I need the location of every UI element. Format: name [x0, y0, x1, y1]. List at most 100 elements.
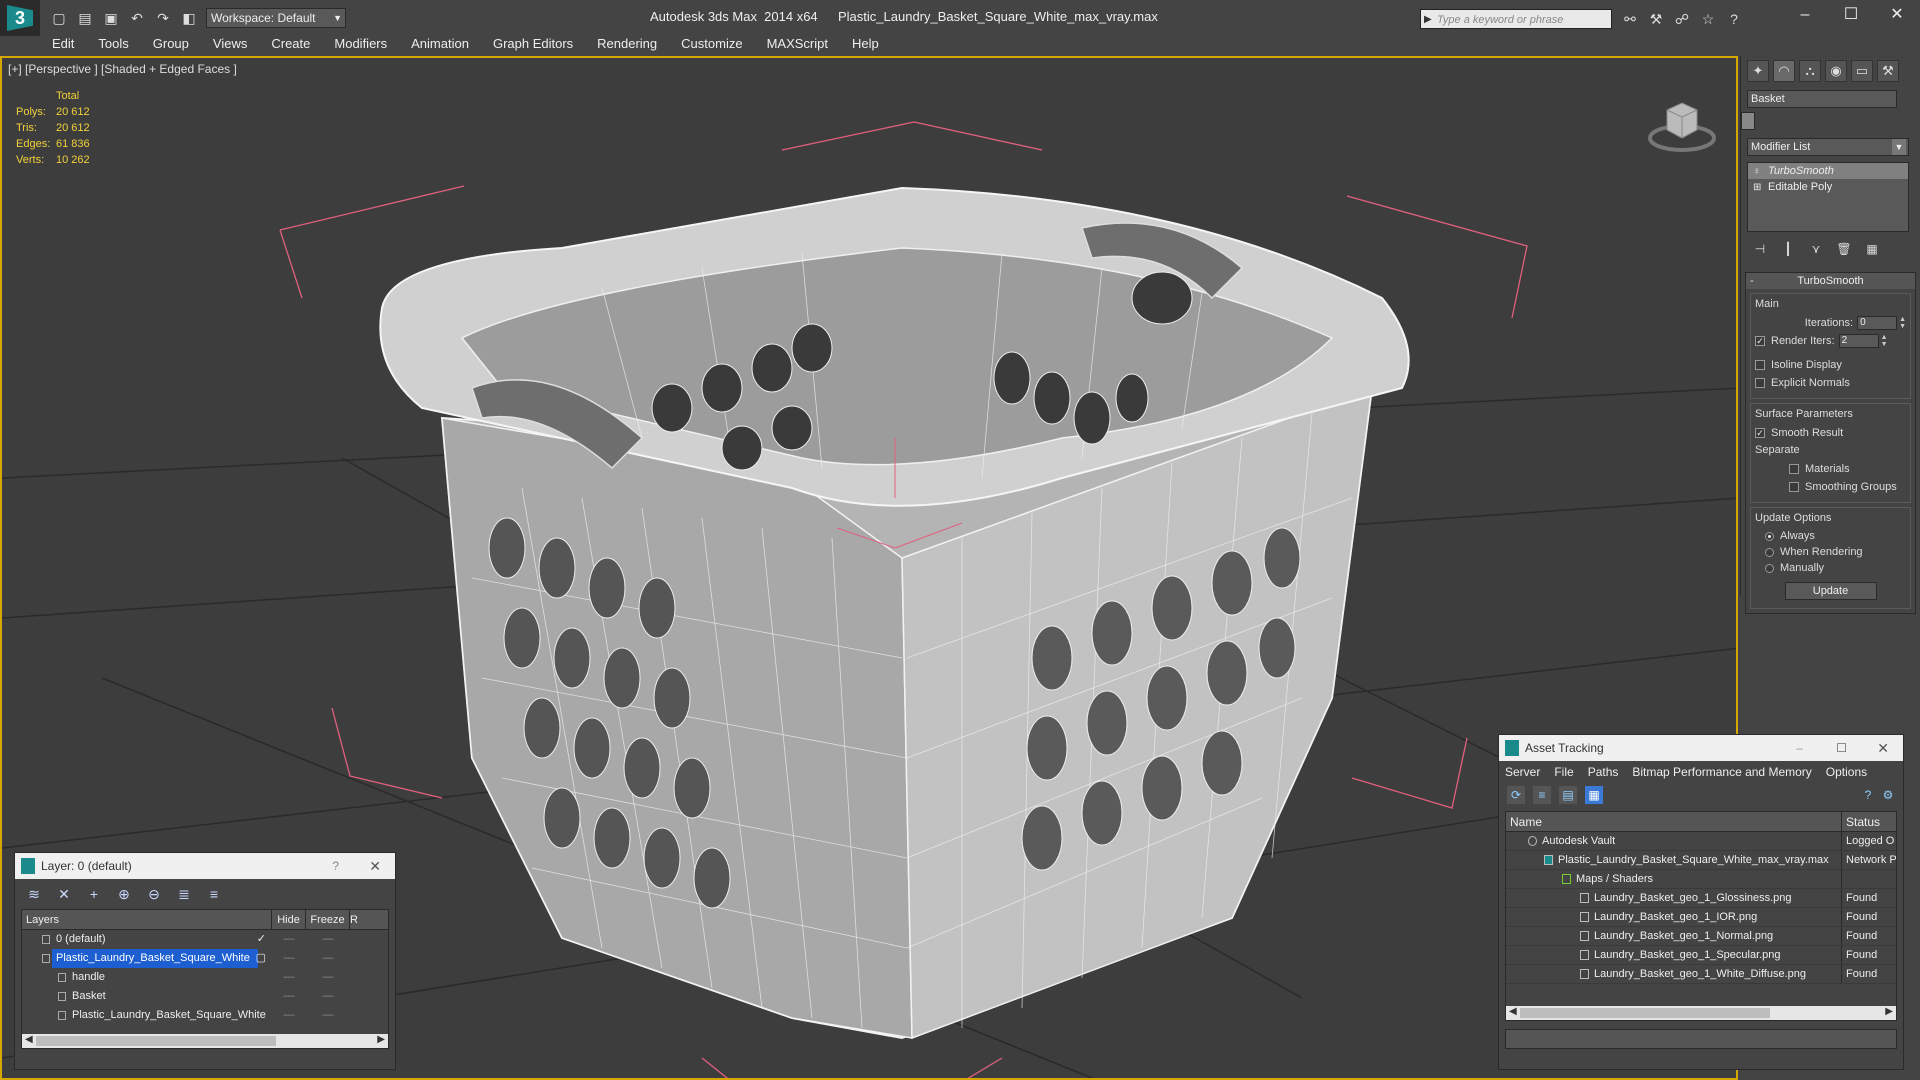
menu-modifiers[interactable]: Modifiers: [322, 34, 399, 54]
close-icon[interactable]: ✕: [1877, 735, 1889, 761]
freeze-toggle[interactable]: —: [306, 968, 350, 987]
menu-animation[interactable]: Animation: [399, 34, 481, 54]
iterations-spinner[interactable]: 0: [1857, 316, 1898, 330]
lightbulb-icon[interactable]: ♀: [1753, 164, 1761, 180]
current-layer-icon[interactable]: ▢: [256, 949, 266, 968]
close-icon[interactable]: ✕: [369, 853, 381, 879]
isoline-checkbox[interactable]: [1755, 360, 1765, 370]
materials-checkbox[interactable]: [1789, 464, 1799, 474]
menu-edit[interactable]: Edit: [40, 34, 86, 54]
minimize-icon[interactable]: –: [1782, 0, 1828, 30]
scroll-right-icon[interactable]: ▶: [1885, 1006, 1893, 1017]
workspace-dropdown[interactable]: Workspace: Default ▼: [206, 8, 346, 28]
thumbnail-view-icon[interactable]: ▤: [1559, 786, 1577, 804]
asset-row[interactable]: Plastic_Laundry_Basket_Square_White_max_…: [1506, 851, 1896, 870]
object-color-swatch[interactable]: [1741, 112, 1755, 130]
asset-path-field[interactable]: [1505, 1029, 1897, 1049]
table-view-icon[interactable]: ▦: [1585, 786, 1603, 804]
asset-row[interactable]: Autodesk Vault Logged O: [1506, 832, 1896, 851]
hierarchy-tab-icon[interactable]: ⛬: [1799, 60, 1821, 82]
favorites-star-icon[interactable]: ☆: [1698, 9, 1718, 29]
dialog-title-bar[interactable]: Layer: 0 (default) ? ✕: [15, 853, 395, 879]
help-icon[interactable]: ?: [1859, 786, 1877, 804]
subscription-icon[interactable]: ⚒: [1646, 9, 1666, 29]
laundry-basket-model[interactable]: [379, 186, 1410, 1040]
manually-radio[interactable]: [1765, 563, 1774, 573]
scroll-thumb[interactable]: [36, 1036, 276, 1046]
freeze-toggle[interactable]: —: [306, 987, 350, 1006]
highlight-layer-icon[interactable]: ≣: [175, 885, 193, 903]
modifier-list-dropdown[interactable]: Modifier List ▼: [1747, 138, 1909, 156]
menu-help[interactable]: Help: [840, 34, 891, 54]
undo-icon[interactable]: ↶: [126, 7, 148, 29]
stack-item-editable-poly[interactable]: ⊞ Editable Poly: [1748, 179, 1908, 195]
pin-stack-icon[interactable]: ⊣: [1751, 240, 1769, 258]
viewcube-icon[interactable]: [1642, 88, 1722, 158]
motion-tab-icon[interactable]: ◉: [1825, 60, 1847, 82]
freeze-toggle[interactable]: —: [306, 930, 350, 949]
smoothing-groups-checkbox[interactable]: [1789, 482, 1799, 492]
list-view-icon[interactable]: ≡: [1533, 786, 1551, 804]
scroll-thumb[interactable]: [1520, 1008, 1770, 1018]
spinner-arrows-icon[interactable]: ▲ ▼: [1881, 334, 1888, 348]
select-objects-icon[interactable]: ⊖: [145, 885, 163, 903]
communication-icon[interactable]: ☍: [1672, 9, 1692, 29]
menu-bitmap-performance[interactable]: Bitmap Performance and Memory: [1632, 761, 1811, 783]
col-name[interactable]: Name: [1506, 812, 1842, 831]
maximize-icon[interactable]: ☐: [1836, 735, 1847, 761]
dialog-title-bar[interactable]: Asset Tracking – ☐ ✕: [1499, 735, 1903, 761]
save-file-icon[interactable]: ▣: [100, 7, 122, 29]
display-tab-icon[interactable]: ▭: [1851, 60, 1873, 82]
scroll-left-icon[interactable]: ◀: [1509, 1006, 1517, 1017]
create-tab-icon[interactable]: ✦: [1747, 60, 1769, 82]
stack-item-turbosmooth[interactable]: ♀ TurboSmooth: [1748, 163, 1908, 179]
col-r[interactable]: R: [350, 910, 360, 929]
menu-paths[interactable]: Paths: [1588, 761, 1619, 783]
hide-toggle[interactable]: —: [272, 968, 306, 987]
render-iters-spinner[interactable]: 2: [1838, 334, 1879, 348]
asset-row[interactable]: Maps / Shaders: [1506, 870, 1896, 889]
menu-maxscript[interactable]: MAXScript: [755, 34, 840, 54]
menu-server[interactable]: Server: [1505, 761, 1540, 783]
update-button[interactable]: Update: [1784, 582, 1877, 600]
close-icon[interactable]: ✕: [1874, 0, 1920, 30]
horizontal-scrollbar[interactable]: ◀ ▶: [1506, 1006, 1896, 1020]
utilities-tab-icon[interactable]: ⚒: [1877, 60, 1899, 82]
viewport-label[interactable]: [+] [Perspective ] [Shaded + Edged Faces…: [8, 62, 237, 76]
refresh-icon[interactable]: ⟳: [1507, 786, 1525, 804]
menu-graph-editors[interactable]: Graph Editors: [481, 34, 585, 54]
spinner-arrows-icon[interactable]: ▲ ▼: [1899, 316, 1906, 330]
asset-row[interactable]: Laundry_Basket_geo_1_Glossiness.png Foun…: [1506, 889, 1896, 908]
when-rendering-radio[interactable]: [1765, 547, 1774, 557]
asset-row[interactable]: Laundry_Basket_geo_1_Normal.png Found: [1506, 927, 1896, 946]
hide-toggle[interactable]: —: [272, 987, 306, 1006]
configure-sets-icon[interactable]: ▦: [1863, 240, 1881, 258]
horizontal-scrollbar[interactable]: ◀ ▶: [22, 1034, 388, 1048]
menu-customize[interactable]: Customize: [669, 34, 754, 54]
add-to-layer-icon[interactable]: ⊕: [115, 885, 133, 903]
expand-plus-icon[interactable]: ⊞: [1753, 180, 1761, 196]
remove-modifier-icon[interactable]: 🗑: [1835, 240, 1853, 258]
help-icon[interactable]: ?: [1724, 9, 1744, 29]
modify-tab-icon[interactable]: ◠: [1773, 60, 1795, 82]
search-input[interactable]: ▶ Type a keyword or phrase: [1420, 9, 1612, 29]
project-folder-icon[interactable]: ◧: [178, 7, 200, 29]
maximize-icon[interactable]: ☐: [1828, 0, 1874, 30]
asset-row[interactable]: Laundry_Basket_geo_1_Specular.png Found: [1506, 946, 1896, 965]
new-layer-icon[interactable]: +: [85, 885, 103, 903]
freeze-toggle[interactable]: —: [306, 1006, 350, 1025]
hide-toggle[interactable]: —: [272, 949, 306, 968]
menu-group[interactable]: Group: [141, 34, 201, 54]
help-icon[interactable]: ?: [332, 853, 339, 879]
app-menu-button[interactable]: 3: [0, 0, 40, 36]
delete-layer-icon[interactable]: ✕: [55, 885, 73, 903]
minimize-icon[interactable]: –: [1796, 735, 1803, 761]
col-freeze[interactable]: Freeze: [306, 910, 350, 929]
layer-row[interactable]: Plastic_Laundry_Basket_Square_White ▢ — —: [22, 949, 388, 968]
rollout-header[interactable]: - TurboSmooth: [1746, 273, 1915, 289]
col-layers[interactable]: Layers: [22, 910, 272, 929]
always-radio[interactable]: [1765, 531, 1774, 541]
menu-create[interactable]: Create: [259, 34, 322, 54]
layer-row[interactable]: handle — —: [22, 968, 388, 987]
layer-row[interactable]: Plastic_Laundry_Basket_Square_White — —: [22, 1006, 388, 1025]
